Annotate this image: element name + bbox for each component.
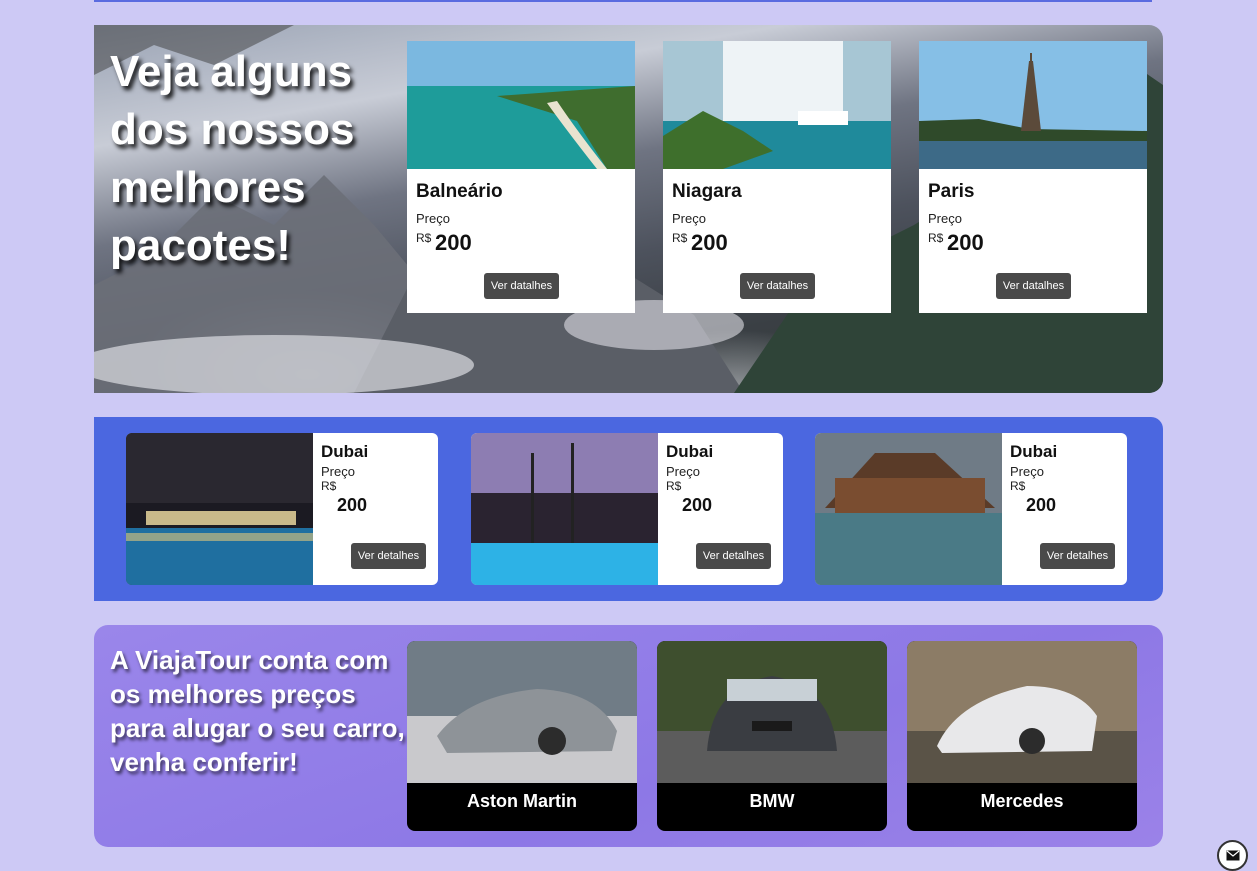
details-button[interactable]: Ver datalhes [740, 273, 815, 299]
currency: R$ [672, 231, 688, 245]
package-name: Paris [928, 181, 975, 202]
aston-martin-image [407, 641, 637, 783]
car-name: BMW [749, 791, 795, 811]
waterfall-image [663, 41, 891, 169]
price-amount: 200 [1026, 495, 1057, 515]
price-label: Preço [666, 464, 700, 479]
currency: R$ [1010, 479, 1026, 493]
top-divider [94, 0, 1152, 2]
lodge-pool-image [815, 433, 1002, 585]
car-rental-section: A ViajaTour conta com os melhores preços… [94, 625, 1163, 847]
price-amount: 200 [682, 495, 713, 515]
price-amount: 200 [337, 495, 368, 515]
beach-image [407, 41, 635, 169]
price-label: Preço [321, 464, 355, 479]
price-label: Preço [928, 211, 962, 226]
package-name: Balneário [416, 181, 503, 202]
price-amount: 200 [435, 230, 472, 255]
package-card-balneario: Balneário Preço R$ 200 Ver datalhes [407, 41, 635, 313]
bmw-image [657, 641, 887, 783]
car-rental-title: A ViajaTour conta com os melhores preços… [110, 645, 405, 777]
hotel-card: Dubai Preço R$ 200 Ver detalhes [815, 433, 1127, 585]
hotel-card: Dubai Preço R$ 200 Ver detalhes [126, 433, 438, 585]
hotel-name: Dubai [666, 442, 714, 461]
hotel-name: Dubai [321, 442, 369, 461]
hotel-night-pool-image [126, 433, 313, 585]
hero-title: Veja alguns dos nossos melhores pacotes! [110, 47, 355, 270]
price-label: Preço [416, 211, 450, 226]
details-button[interactable]: Ver detalhes [1040, 543, 1115, 569]
price-amount: 200 [691, 230, 728, 255]
currency: R$ [928, 231, 944, 245]
car-name: Mercedes [980, 791, 1064, 811]
package-card-niagara: Niagara Preço R$ 200 Ver datalhes [663, 41, 891, 313]
hotels-strip: Dubai Preço R$ 200 Ver detalhes Dubai Pr… [94, 417, 1163, 601]
details-button[interactable]: Ver detalhes [696, 543, 771, 569]
car-card-aston-martin[interactable]: Aston Martin [407, 641, 637, 831]
mercedes-image [907, 641, 1137, 783]
eiffel-tower-image [919, 41, 1147, 169]
hotel-name: Dubai [1010, 442, 1058, 461]
details-button[interactable]: Ver datalhes [996, 273, 1071, 299]
package-card-paris: Paris Preço R$ 200 Ver datalhes [919, 41, 1147, 313]
hotel-card: Dubai Preço R$ 200 Ver detalhes [471, 433, 783, 585]
packages-hero: Veja alguns dos nossos melhores pacotes!… [94, 25, 1163, 393]
price-amount: 200 [947, 230, 984, 255]
currency: R$ [321, 479, 337, 493]
mail-icon[interactable] [1217, 840, 1248, 871]
currency: R$ [666, 479, 682, 493]
details-button[interactable]: Ver detalhes [351, 543, 426, 569]
price-label: Preço [672, 211, 706, 226]
package-name: Niagara [672, 181, 742, 202]
car-card-mercedes[interactable]: Mercedes [907, 641, 1137, 831]
palm-pool-image [471, 433, 658, 585]
details-button[interactable]: Ver datalhes [484, 273, 559, 299]
price-label: Preço [1010, 464, 1044, 479]
car-card-bmw[interactable]: BMW [657, 641, 887, 831]
car-name: Aston Martin [467, 791, 577, 811]
currency: R$ [416, 231, 432, 245]
